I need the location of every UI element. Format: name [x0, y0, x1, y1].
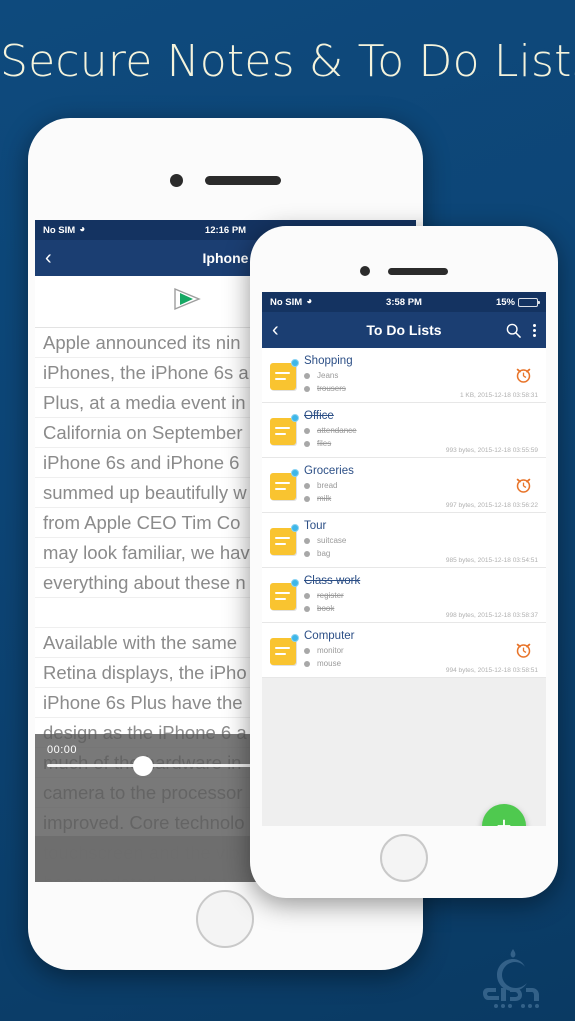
alarm-clock-icon[interactable]: [515, 366, 532, 389]
phone-top-hardware-front: [250, 266, 558, 276]
todo-sub-item-label: attendance: [317, 426, 357, 435]
bullet-icon: [304, 427, 310, 434]
bullet-icon: [304, 592, 310, 599]
todo-sub-item-label: bread: [317, 481, 338, 490]
status-left: No SIM ◕: [43, 225, 205, 236]
note-icon: [270, 575, 304, 618]
bullet-icon: [304, 372, 310, 379]
todo-sub-item-label: bag: [317, 549, 331, 558]
bullet-icon: [304, 550, 310, 557]
bullet-icon: [304, 385, 310, 392]
bullet-icon: [304, 647, 310, 654]
todo-row-meta: 997 bytes, 2015-12-18 03:56:22: [445, 502, 538, 509]
sibche-logo: [465, 943, 561, 1009]
screen-title: To Do Lists: [366, 322, 442, 338]
earpiece-speaker-icon: [205, 176, 281, 185]
home-button-back[interactable]: [196, 890, 254, 948]
todo-sub-item: bread: [304, 479, 536, 492]
note-icon: [270, 630, 304, 673]
todo-sub-item-label: Jeans: [317, 371, 339, 380]
todo-list-row[interactable]: Office attendance files 993 bytes, 2015-12-…: [262, 403, 546, 458]
note-icon: [270, 520, 304, 563]
alarm-clock-icon[interactable]: [515, 476, 532, 499]
todo-list: Shopping Jeans trousers 1 KB, 2015-12-18 03…: [262, 348, 546, 826]
status-left: No SIM ◕: [270, 297, 386, 308]
bullet-icon: [304, 605, 310, 612]
todo-list-row[interactable]: Class work register book 998 bytes, 2015-12…: [262, 568, 546, 623]
todo-sub-item-label: book: [317, 604, 335, 613]
todo-row-meta: 993 bytes, 2015-12-18 03:55:59: [445, 447, 538, 454]
alarm-clock-icon[interactable]: [515, 641, 532, 664]
front-camera-icon: [170, 174, 183, 187]
status-bar-front: No SIM ◕ 3:58 PM 15%: [262, 292, 546, 312]
chevron-left-icon[interactable]: ‹: [45, 248, 67, 268]
note-icon: [270, 355, 304, 398]
todo-sub-item: suitcase: [304, 534, 536, 547]
todo-sub-item-label: monitor: [317, 646, 344, 655]
status-clock: 12:16 PM: [204, 224, 247, 236]
phone-device-front: No SIM ◕ 3:58 PM 15% ‹ To Do Lists Shopp…: [250, 226, 558, 898]
slider-handle[interactable]: [132, 756, 153, 776]
bullet-icon: [304, 440, 310, 447]
plus-icon: +: [496, 811, 512, 826]
todo-list-row[interactable]: Shopping Jeans trousers 1 KB, 2015-12-18 03…: [262, 348, 546, 403]
todo-sub-item-label: suitcase: [317, 536, 347, 545]
front-camera-icon: [360, 266, 370, 276]
play-triangle-icon[interactable]: [172, 287, 202, 316]
todo-sub-item-label: files: [317, 439, 332, 448]
todo-sub-item-label: mouse: [317, 659, 342, 668]
todo-row-meta: 985 bytes, 2015-12-18 03:54:51: [445, 557, 538, 564]
todo-list-title: Groceries: [304, 465, 354, 477]
screen-todo-lists: No SIM ◕ 3:58 PM 15% ‹ To Do Lists Shopp…: [262, 292, 546, 826]
todo-list-row[interactable]: Computer monitor mouse 994 bytes, 2015-12-1…: [262, 623, 546, 678]
bullet-icon: [304, 495, 310, 502]
carrier-label: No SIM: [270, 296, 303, 308]
navbar-actions: [506, 323, 536, 338]
todo-row-meta: 998 bytes, 2015-12-18 03:58:37: [445, 612, 538, 619]
status-clock: 3:58 PM: [386, 296, 422, 308]
overflow-menu-icon[interactable]: [533, 323, 536, 337]
todo-list-row[interactable]: Tour suitcase bag 985 bytes, 2015-12-18 03:…: [262, 513, 546, 568]
todo-sub-item-label: milk: [317, 494, 332, 503]
home-button-front[interactable]: [380, 834, 428, 882]
note-icon: [270, 410, 304, 453]
todo-list-title: Shopping: [304, 355, 353, 367]
todo-sub-item: register: [304, 589, 536, 602]
chevron-left-icon[interactable]: ‹: [272, 320, 294, 340]
search-icon[interactable]: [506, 323, 521, 338]
todo-sub-item: monitor: [304, 644, 536, 657]
earpiece-speaker-icon: [388, 267, 448, 275]
todo-sub-item-label: register: [317, 591, 344, 600]
page-title: Secure Notes & To Do Lists: [0, 36, 575, 87]
navbar-todo: ‹ To Do Lists: [262, 312, 546, 348]
todo-list-title: Class work: [304, 575, 361, 587]
wifi-icon: ◕: [79, 224, 86, 235]
todo-list-title: Tour: [304, 520, 327, 532]
status-right: 15%: [422, 296, 540, 308]
todo-sub-item-label: trousers: [317, 384, 346, 393]
battery-icon: [518, 297, 540, 307]
bullet-icon: [304, 537, 310, 544]
todo-row-meta: 1 KB, 2015-12-18 03:58:31: [459, 392, 538, 399]
todo-sub-item: attendance: [304, 424, 536, 437]
todo-row-meta: 994 bytes, 2015-12-18 03:58:51: [445, 667, 538, 674]
note-icon: [270, 465, 304, 508]
wifi-icon: ◕: [306, 296, 313, 307]
phone-top-hardware: [28, 174, 423, 187]
todo-sub-item: Jeans: [304, 369, 536, 382]
battery-percent-label: 15%: [495, 296, 515, 308]
todo-list-title: Office: [304, 410, 334, 422]
carrier-label: No SIM: [43, 224, 76, 236]
bullet-icon: [304, 482, 310, 489]
bullet-icon: [304, 660, 310, 667]
todo-list-title: Computer: [304, 630, 355, 642]
todo-list-row[interactable]: Groceries bread milk 997 bytes, 2015-12-18 …: [262, 458, 546, 513]
